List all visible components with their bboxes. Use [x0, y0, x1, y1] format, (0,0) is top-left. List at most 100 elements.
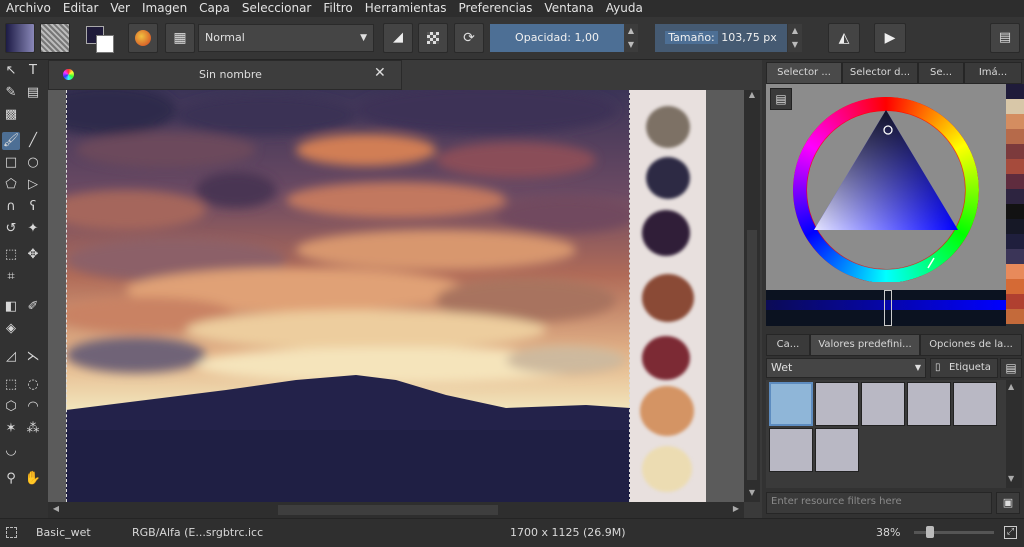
pan-tool[interactable]: ✋ — [24, 470, 42, 488]
brush-preset-button[interactable] — [128, 23, 158, 53]
move-tool[interactable]: ✥ — [24, 246, 42, 264]
blend-mode-select[interactable]: Normal ▼ — [198, 24, 374, 52]
text-tool[interactable]: T — [24, 62, 42, 80]
mirror-vertical-button[interactable]: ▶ — [874, 23, 906, 53]
multibrush-tool[interactable]: ✦ — [24, 220, 42, 238]
scroll-down-icon[interactable]: ▼ — [745, 488, 759, 500]
brush-preset-tile[interactable] — [769, 428, 813, 472]
palette-swatch[interactable] — [1006, 309, 1024, 324]
color-picker-tool[interactable]: ✐ — [24, 298, 42, 316]
palette-swatch[interactable] — [1006, 144, 1024, 159]
preset-view-button[interactable]: ▤ — [1000, 358, 1022, 378]
measure-tool[interactable]: ⋋ — [24, 348, 42, 366]
resource-filter-input[interactable]: Enter resource filters here — [766, 492, 992, 514]
elliptical-selection-tool[interactable]: ◌ — [24, 376, 42, 394]
scroll-up-icon[interactable]: ▲ — [745, 90, 759, 102]
dynamic-brush-tool[interactable]: ↺ — [2, 220, 20, 238]
rectangular-selection-tool[interactable]: ⬚ — [2, 376, 20, 394]
opacity-stepper[interactable]: ▲ ▼ — [624, 24, 638, 52]
document-tab[interactable]: Sin nombre ✕ — [48, 60, 402, 90]
zoom-slider-handle[interactable] — [926, 526, 934, 538]
size-slider[interactable]: Tamaño: 103,75 px — [655, 24, 787, 52]
menu-archivo[interactable]: Archivo — [0, 0, 57, 17]
menu-herramientas[interactable]: Herramientas — [359, 0, 453, 17]
palette-swatch[interactable] — [1006, 294, 1024, 309]
palette-swatch[interactable] — [1006, 114, 1024, 129]
rectangle-tool[interactable]: □ — [2, 154, 20, 172]
scroll-left-icon[interactable]: ◀ — [50, 504, 62, 516]
gradient-selector-button[interactable] — [5, 23, 35, 53]
bezier-tool[interactable]: ∩ — [2, 198, 20, 216]
palette-swatch[interactable] — [1006, 279, 1024, 294]
menu-ayuda[interactable]: Ayuda — [600, 0, 649, 17]
preserve-alpha-button[interactable] — [418, 23, 448, 53]
select-shapes-tool[interactable]: ↖ — [2, 62, 20, 80]
menu-editar[interactable]: Editar — [57, 0, 105, 17]
brush-preset-tile[interactable] — [907, 382, 951, 426]
palette-swatch[interactable] — [1006, 234, 1024, 249]
scroll-up-icon[interactable]: ▲ — [1008, 382, 1014, 391]
palette-swatch[interactable] — [1006, 204, 1024, 219]
tag-button[interactable]: ▯ Etiqueta — [930, 358, 998, 378]
menu-filtro[interactable]: Filtro — [317, 0, 358, 17]
scroll-right-icon[interactable]: ▶ — [730, 504, 742, 516]
edit-brush-settings-button[interactable]: ▦ — [165, 23, 195, 53]
selection-display-icon[interactable] — [6, 527, 17, 538]
brush-preset-tile[interactable] — [953, 382, 997, 426]
tab-brush-editor[interactable]: Ca... — [766, 334, 810, 356]
polygonal-selection-tool[interactable]: ⬡ — [2, 398, 20, 416]
zoom-slider[interactable] — [914, 526, 994, 538]
menu-preferencias[interactable]: Preferencias — [453, 0, 539, 17]
brush-preset-tile-selected[interactable] — [769, 382, 813, 426]
pattern-tool[interactable]: ▩ — [2, 106, 20, 124]
scroll-down-icon[interactable]: ▼ — [1008, 474, 1014, 483]
menu-ventana[interactable]: Ventana — [538, 0, 599, 17]
assistant-tool[interactable]: ◿ — [2, 348, 20, 366]
mirror-horizontal-button[interactable]: ◭ — [828, 23, 860, 53]
brush-preset-tile[interactable] — [861, 382, 905, 426]
palette-swatch[interactable] — [1006, 99, 1024, 114]
preset-scrollbar[interactable]: ▲ ▼ — [1006, 380, 1022, 488]
horizontal-scrollbar[interactable]: ◀ ▶ — [48, 502, 744, 518]
menu-ver[interactable]: Ver — [104, 0, 136, 17]
edit-shapes-tool[interactable]: ✎ — [2, 84, 20, 102]
horizontal-scroll-thumb[interactable] — [278, 505, 498, 515]
freehand-path-tool[interactable]: ʕ — [24, 198, 42, 216]
close-document-icon[interactable]: ✕ — [374, 65, 386, 81]
tab-advanced-color-selector[interactable]: Selector ... — [766, 62, 842, 84]
tab-tool-options[interactable]: Opciones de la... — [920, 334, 1022, 356]
freehand-selection-tool[interactable]: ◠ — [24, 398, 42, 416]
gradient-tool[interactable]: ◧ — [2, 298, 20, 316]
transform-tool[interactable]: ⬚ — [2, 246, 20, 264]
polyline-tool[interactable]: ▷ — [24, 176, 42, 194]
contiguous-selection-tool[interactable]: ✶ — [2, 420, 20, 438]
preset-filter-select[interactable]: Wet ▼ — [766, 358, 926, 378]
bezier-selection-tool[interactable]: ◡ — [2, 442, 20, 460]
vertical-scrollbar[interactable]: ▲ ▼ — [744, 90, 760, 502]
menu-capa[interactable]: Capa — [193, 0, 236, 17]
vertical-scroll-thumb[interactable] — [747, 230, 757, 480]
opacity-slider[interactable]: Opacidad: 1,00 — [490, 24, 624, 52]
reload-preset-button[interactable]: ⟳ — [454, 23, 484, 53]
line-tool[interactable]: ╱ — [24, 132, 42, 150]
crop-tool[interactable]: ⌗ — [2, 268, 20, 286]
palette-swatch[interactable] — [1006, 189, 1024, 204]
menu-seleccionar[interactable]: Seleccionar — [236, 0, 317, 17]
tab-brush-presets[interactable]: Valores predefini... — [810, 334, 920, 356]
brush-preset-tile[interactable] — [815, 382, 859, 426]
save-filter-button[interactable]: ▣ — [996, 492, 1020, 514]
palette-swatch[interactable] — [1006, 129, 1024, 144]
fullscreen-icon[interactable]: ⤢ — [1004, 526, 1017, 539]
pattern-selector-button[interactable] — [40, 23, 70, 53]
fg-bg-color-selector[interactable] — [84, 24, 114, 53]
color-history-strip[interactable] — [766, 290, 1006, 326]
ellipse-tool[interactable]: ○ — [24, 154, 42, 172]
zoom-tool[interactable]: ⚲ — [2, 470, 20, 488]
eraser-mode-button[interactable]: ◢ — [383, 23, 413, 53]
palette-swatch[interactable] — [1006, 174, 1024, 189]
fill-tool[interactable]: ◈ — [2, 320, 20, 338]
size-stepper[interactable]: ▲ ▼ — [788, 24, 802, 52]
palette-swatch[interactable] — [1006, 84, 1024, 99]
palette-swatch[interactable] — [1006, 219, 1024, 234]
palette-swatch[interactable] — [1006, 264, 1024, 279]
